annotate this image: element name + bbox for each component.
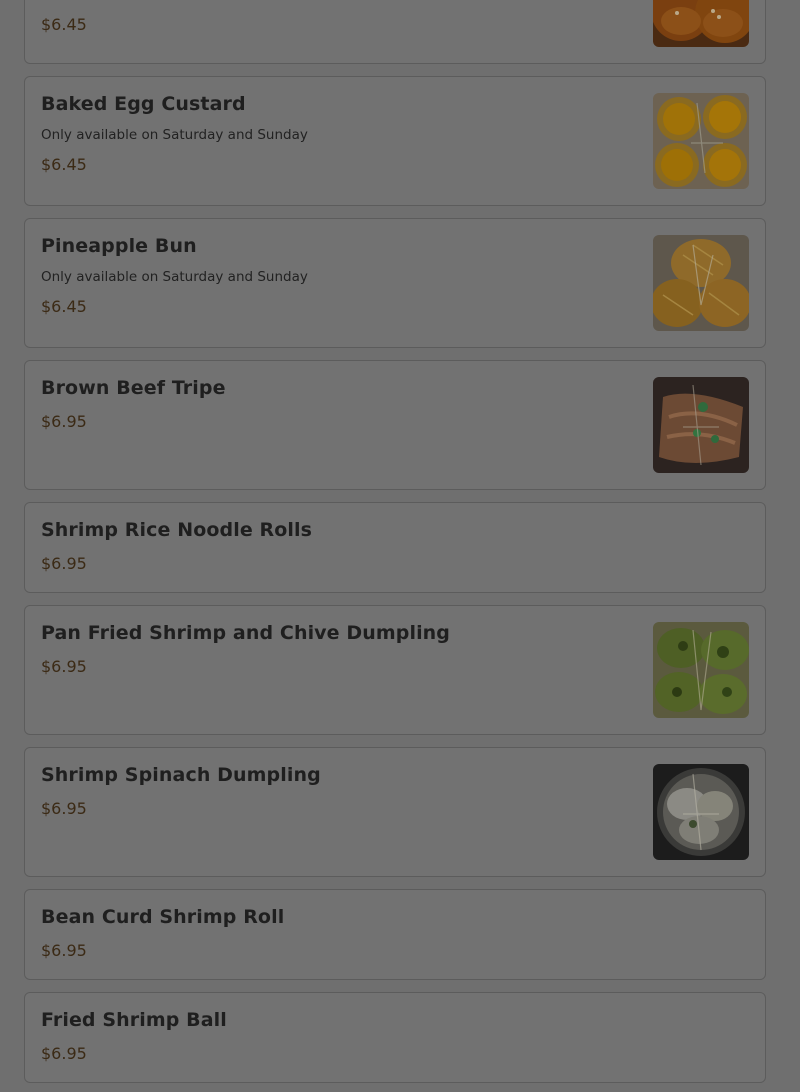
menu-item-card[interactable]: Shrimp Rice Noodle Rolls $6.95 [24,502,766,593]
menu-item-price: $6.95 [41,1044,87,1063]
menu-item-price: $6.95 [41,554,87,573]
menu-item-card[interactable]: Baked Egg Custard Only available on Satu… [24,76,766,206]
menu-item-description: Only available on Saturday and Sunday [41,127,308,143]
spinach-dumpling-photo [653,764,749,860]
menu-item-name: Brown Beef Tripe [41,377,226,399]
chive-dumpling-photo [653,622,749,718]
menu-item-name: Bean Curd Shrimp Roll [41,906,285,928]
menu-item-price: $6.45 [41,15,87,34]
pineapple-bun-photo [653,235,749,331]
egg-tart-photo [653,93,749,189]
menu-item-price: $6.95 [41,799,87,818]
menu-item-price: $6.95 [41,657,87,676]
menu-item-card[interactable]: Pineapple Bun Only available on Saturday… [24,218,766,348]
menu-item-name: Pan Fried Shrimp and Chive Dumpling [41,622,451,644]
menu-item-name: Pineapple Bun [41,235,197,257]
menu-item-price: $6.45 [41,297,87,316]
menu-item-card[interactable]: Pan Fried Shrimp and Chive Dumpling $6.9… [24,605,766,735]
menu-item-name: Shrimp Rice Noodle Rolls [41,519,313,541]
menu-item-card[interactable]: Shrimp Spinach Dumpling $6.95 [24,747,766,877]
menu-item-card[interactable]: Bean Curd Shrimp Roll $6.95 [24,889,766,980]
beef-tripe-photo [653,377,749,473]
menu-item-card[interactable]: Fried Shrimp Ball $6.95 [24,992,766,1083]
menu-item-description: Only available on Saturday and Sunday [41,269,308,285]
menu-item-card[interactable]: Brown Beef Tripe $6.95 [24,360,766,490]
menu-item-card[interactable]: $6.45 [24,0,766,64]
pastry-photo [653,0,749,47]
menu-item-name: Baked Egg Custard [41,93,246,115]
menu-item-name: Shrimp Spinach Dumpling [41,764,321,786]
menu-item-price: $6.95 [41,941,87,960]
menu-item-price: $6.45 [41,155,87,174]
menu-item-name: Fried Shrimp Ball [41,1009,227,1031]
menu-item-price: $6.95 [41,412,87,431]
